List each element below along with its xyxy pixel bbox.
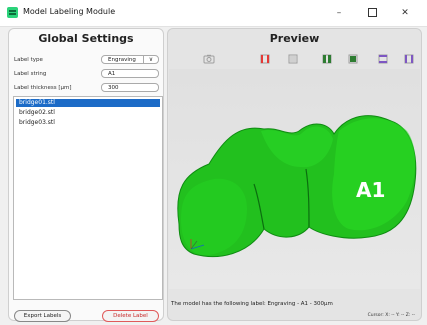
view-top-icon[interactable] — [377, 53, 389, 65]
model-label-text: A1 — [356, 178, 385, 202]
view-back-icon[interactable] — [287, 53, 299, 65]
cursor-readout: Cursor: X: -- Y: -- Z: -- — [367, 313, 415, 318]
view-bottom-icon[interactable] — [403, 53, 415, 65]
view-front-icon[interactable] — [259, 53, 271, 65]
chevron-down-icon[interactable]: ∨ — [143, 55, 158, 64]
label-type-select[interactable]: Engraving ∨ — [101, 55, 159, 64]
view-left-icon[interactable] — [321, 53, 333, 65]
bridge-model: A1 — [177, 115, 417, 257]
model-status-text: The model has the following label: Engra… — [171, 301, 333, 307]
app-window: Model Labeling Module – ✕ Global Setting… — [0, 0, 427, 325]
preview-title: Preview — [269, 32, 320, 45]
export-labels-button[interactable]: Export Labels — [14, 310, 71, 322]
maximize-button[interactable] — [363, 6, 381, 20]
label-thickness-label: Label thickness [µm] — [14, 85, 72, 91]
close-button[interactable]: ✕ — [396, 6, 414, 20]
file-list[interactable]: bridge01.stl bridge02.stl bridge03.stl — [13, 96, 163, 300]
delete-label-button[interactable]: Delete Label — [102, 310, 159, 322]
list-item[interactable]: bridge01.stl — [16, 99, 160, 107]
3d-viewport[interactable]: A1 — [169, 69, 420, 289]
maximize-icon — [367, 8, 377, 17]
preview-panel: Preview A1 The model has the following l… — [167, 28, 422, 321]
label-thickness-input[interactable]: 300 — [101, 83, 159, 92]
list-item[interactable]: bridge02.stl — [16, 109, 160, 117]
minimize-button[interactable]: – — [330, 6, 348, 20]
title-bar: Model Labeling Module – ✕ — [0, 0, 427, 27]
camera-icon[interactable] — [203, 53, 215, 65]
window-title: Model Labeling Module — [23, 7, 116, 16]
global-settings-panel: Global Settings Label type Engraving ∨ L… — [8, 28, 164, 322]
label-string-label: Label string — [14, 71, 47, 77]
list-item[interactable]: bridge03.stl — [16, 119, 160, 127]
view-right-icon[interactable] — [347, 53, 359, 65]
label-type-value: Engraving — [108, 57, 136, 63]
app-icon — [7, 7, 18, 18]
label-type-label: Label type — [14, 57, 43, 63]
global-settings-title: Global Settings — [38, 32, 134, 45]
label-string-input[interactable]: A1 — [101, 69, 159, 78]
